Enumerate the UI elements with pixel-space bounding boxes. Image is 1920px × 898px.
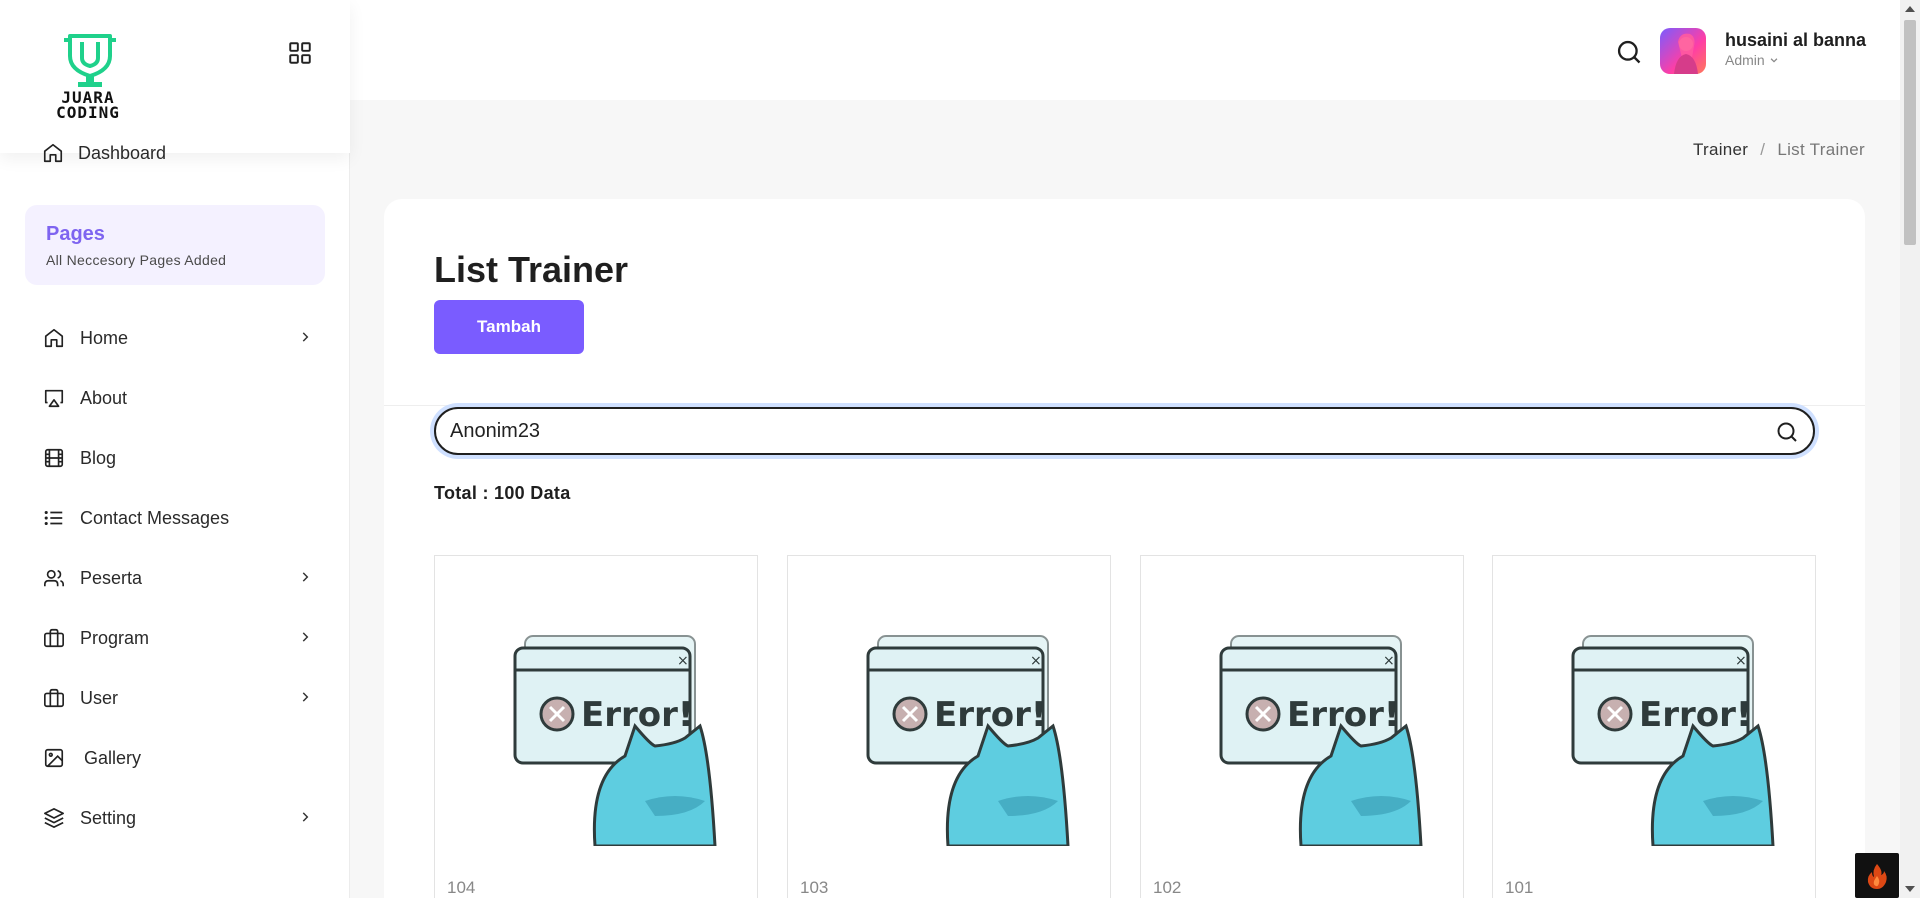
list-icon <box>42 506 66 530</box>
sidebar-item-label: Program <box>80 627 150 648</box>
search-box <box>434 407 1815 455</box>
home-icon <box>42 326 66 350</box>
film-icon <box>42 446 66 470</box>
scroll-up-arrow[interactable] <box>1905 6 1915 12</box>
page-scrollbar[interactable] <box>1900 0 1920 898</box>
home-icon <box>43 143 63 163</box>
total-count: Total : 100 Data <box>434 483 571 503</box>
debug-toolbar-button[interactable] <box>1855 853 1899 898</box>
avatar[interactable] <box>1660 28 1706 74</box>
chevron-right-icon <box>302 572 309 582</box>
search-icon[interactable] <box>1615 38 1643 66</box>
page-title: List Trainer <box>434 249 629 290</box>
airplay-icon <box>42 386 66 410</box>
svg-text:×: × <box>1735 653 1747 669</box>
pages-subtitle: All Neccesory Pages Added <box>46 252 227 268</box>
sidebar-item-label: Blog <box>80 447 117 468</box>
sidebar-item-program[interactable]: Program <box>42 608 312 668</box>
sidebar-item-label: Home <box>80 327 129 348</box>
error-placeholder-image: × Error! <box>866 635 1070 846</box>
grid-menu-icon[interactable] <box>287 40 313 66</box>
trainer-id: 104 <box>447 878 476 897</box>
sidebar-item-contact-messages[interactable]: Contact Messages <box>42 488 312 548</box>
sidebar-item-label: Dashboard <box>78 142 167 163</box>
sidebar-item-gallery[interactable]: Gallery <box>42 728 312 788</box>
chevron-right-icon <box>302 632 309 642</box>
trainer-card[interactable]: × Error! 103 <box>787 555 1111 898</box>
brand-name: JUARA CODING <box>56 88 120 122</box>
svg-text:×: × <box>677 653 689 669</box>
sidebar-item-label: About <box>80 387 128 408</box>
sidebar-item-blog[interactable]: Blog <box>42 428 312 488</box>
breadcrumb-separator: / <box>1760 140 1766 159</box>
chevron-right-icon <box>302 812 309 822</box>
sidebar-menu: Home About Blog Contact Messages Peserta… <box>42 308 312 848</box>
sidebar-item-label: Gallery <box>84 747 142 768</box>
sidebar-item-user[interactable]: User <box>42 668 312 728</box>
trainer-list-card: List Trainer Tambah Total : 100 Data × E… <box>384 199 1865 898</box>
chevron-right-icon <box>302 692 309 702</box>
breadcrumb-current: List Trainer <box>1777 140 1865 159</box>
chevron-right-icon <box>302 332 309 342</box>
sidebar-item-label: Peserta <box>80 567 143 588</box>
sidebar: JUARA CODING Dashboard Pages All Necceso… <box>0 0 350 898</box>
error-placeholder-image: × Error! <box>1219 635 1423 846</box>
sidebar-item-dashboard[interactable]: Dashboard <box>42 142 166 164</box>
error-placeholder-image: × Error! <box>1571 635 1775 846</box>
search-icon[interactable] <box>1775 420 1799 444</box>
trainer-card[interactable]: × Error! 101 <box>1492 555 1816 898</box>
svg-text:×: × <box>1030 653 1042 669</box>
sidebar-item-peserta[interactable]: Peserta <box>42 548 312 608</box>
briefcase-icon <box>42 626 66 650</box>
sidebar-item-setting[interactable]: Setting <box>42 788 312 848</box>
breadcrumb-trainer[interactable]: Trainer <box>1693 140 1748 160</box>
pages-info-box: Pages All Neccesory Pages Added <box>25 205 325 285</box>
user-name[interactable]: husaini al banna <box>1725 30 1866 51</box>
trainer-id: 101 <box>1505 878 1534 897</box>
layers-icon <box>42 806 66 830</box>
search-input[interactable] <box>450 409 1750 453</box>
scroll-thumb[interactable] <box>1904 20 1916 245</box>
trainer-id: 103 <box>800 878 829 897</box>
trainer-card[interactable]: × Error! 104 <box>434 555 758 898</box>
error-placeholder-image: × Error! <box>513 635 717 846</box>
add-trainer-button[interactable]: Tambah <box>434 300 584 354</box>
sidebar-item-label: Contact Messages <box>80 507 230 528</box>
trainer-card[interactable]: × Error! 102 <box>1140 555 1464 898</box>
svg-text:×: × <box>1383 653 1395 669</box>
users-icon <box>42 566 66 590</box>
image-icon <box>42 746 66 770</box>
trainer-id: 102 <box>1153 878 1182 897</box>
user-role-dropdown[interactable]: Admin <box>1725 52 1779 68</box>
brand-header: JUARA CODING <box>0 0 350 153</box>
scroll-down-arrow[interactable] <box>1905 886 1915 892</box>
briefcase-icon <box>42 686 66 710</box>
sidebar-item-about[interactable]: About <box>42 368 312 428</box>
breadcrumb: Trainer / List Trainer <box>1693 140 1865 160</box>
pages-title: Pages <box>46 223 105 245</box>
sidebar-item-label: User <box>80 687 119 708</box>
user-role-label: Admin <box>1725 52 1765 68</box>
flame-icon <box>1867 863 1887 889</box>
sidebar-item-label: Setting <box>80 807 137 828</box>
divider <box>384 405 1865 406</box>
sidebar-item-home[interactable]: Home <box>42 308 312 368</box>
chevron-down-icon <box>1770 58 1778 63</box>
